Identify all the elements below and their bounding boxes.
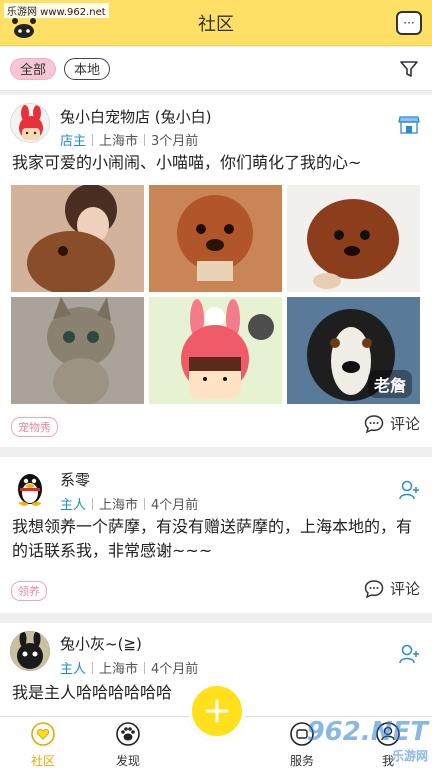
time-label: 4个月前	[151, 662, 199, 677]
filter-local-chip[interactable]: 本地	[64, 57, 111, 80]
post-meta: 店主 上海市 3个月前	[60, 130, 198, 149]
city-label: 上海市	[99, 134, 139, 149]
filter-all-chip[interactable]: 全部	[10, 57, 57, 80]
post-tag[interactable]: 宠物秀	[11, 417, 58, 437]
post-card[interactable]: 兔小白宠物店 (兔小白) 店主 上海市 3个月前 我家可爱的小闹闹、小喵喵，你们…	[0, 95, 432, 447]
author-name[interactable]: 兔小白宠物店 (兔小白)	[60, 106, 211, 127]
time-label: 3个月前	[151, 134, 199, 149]
post-card[interactable]: 系零 主人 上海市 4个月前 我想领养一个萨摩，有没有赠送萨摩的，上海本地的，有…	[0, 457, 432, 613]
post-content: 我想领养一个萨摩，有没有赠送萨摩的，上海本地的，有的话联系我，非常感谢~~~	[12, 517, 413, 560]
paw-icon	[116, 722, 140, 746]
photo-thumbnail[interactable]: 老詹	[287, 297, 420, 404]
comment-label: 评论	[389, 415, 420, 433]
create-post-button[interactable]	[192, 686, 242, 736]
watermark-logo-text: 962.NET	[306, 717, 428, 747]
top-bar: 乐游网 www.962.net 社区 ···	[0, 0, 432, 46]
tab-discover-label: 发现	[115, 754, 140, 768]
rabbit-avatar-icon	[19, 105, 43, 140]
city-label: 上海市	[99, 498, 139, 513]
avatar[interactable]	[10, 467, 50, 507]
photo-thumbnail[interactable]	[11, 297, 144, 404]
watermark-logo: 962.NET 乐游网	[307, 717, 428, 764]
comment-button[interactable]: 评论	[364, 578, 420, 599]
plus-icon	[205, 699, 229, 723]
rabbit-avatar-icon	[10, 631, 50, 671]
author-name[interactable]: 兔小灰~(≧)	[60, 633, 142, 654]
add-friend-icon[interactable]	[398, 479, 420, 501]
avatar[interactable]	[10, 631, 50, 671]
photo-thumbnail[interactable]	[149, 185, 282, 292]
author-name[interactable]: 系零	[60, 469, 90, 490]
time-label: 4个月前	[151, 498, 199, 513]
avatar[interactable]	[10, 103, 50, 143]
photo-thumbnail[interactable]	[11, 185, 144, 292]
message-button[interactable]: ···	[396, 11, 422, 35]
city-label: 上海市	[99, 662, 139, 677]
post-tag[interactable]: 领养	[11, 581, 47, 601]
comment-icon	[364, 414, 384, 433]
paw-icon[interactable]	[10, 16, 38, 38]
post-meta: 主人 上海市 4个月前	[60, 494, 198, 513]
page-title: 社区	[198, 13, 234, 35]
photo-caption: 老詹	[367, 370, 412, 398]
penguin-avatar-icon	[18, 474, 42, 506]
comment-icon	[364, 579, 384, 598]
comment-label: 评论	[389, 580, 420, 598]
heart-chat-icon	[31, 722, 55, 746]
role-label: 主人	[60, 662, 87, 677]
tab-community-label: 社区	[30, 754, 55, 768]
role-label: 主人	[60, 498, 87, 513]
photo-thumbnail[interactable]	[287, 185, 420, 292]
watermark-sub-text: 乐游网	[391, 749, 428, 763]
comment-button[interactable]: 评论	[364, 413, 420, 434]
post-content: 我家可爱的小闹闹、小喵喵，你们萌化了我的心~	[12, 153, 362, 172]
tab-discover[interactable]: 发现	[98, 721, 158, 768]
add-friend-icon[interactable]	[398, 643, 420, 665]
filter-bar: 全部 本地	[0, 47, 432, 91]
tab-community[interactable]: 社区	[13, 721, 73, 768]
post-meta: 主人 上海市 4个月前	[60, 658, 198, 677]
filter-icon[interactable]	[400, 60, 418, 78]
shop-icon[interactable]	[398, 113, 420, 135]
photo-thumbnail[interactable]	[149, 297, 282, 404]
role-label: 店主	[60, 134, 87, 149]
photo-grid: 老詹	[11, 185, 421, 405]
chat-icon: ···	[403, 16, 415, 30]
app-root: 乐游网 www.962.net 社区 ··· 全部 本地 兔小白宠物店 (兔小白…	[0, 0, 432, 768]
